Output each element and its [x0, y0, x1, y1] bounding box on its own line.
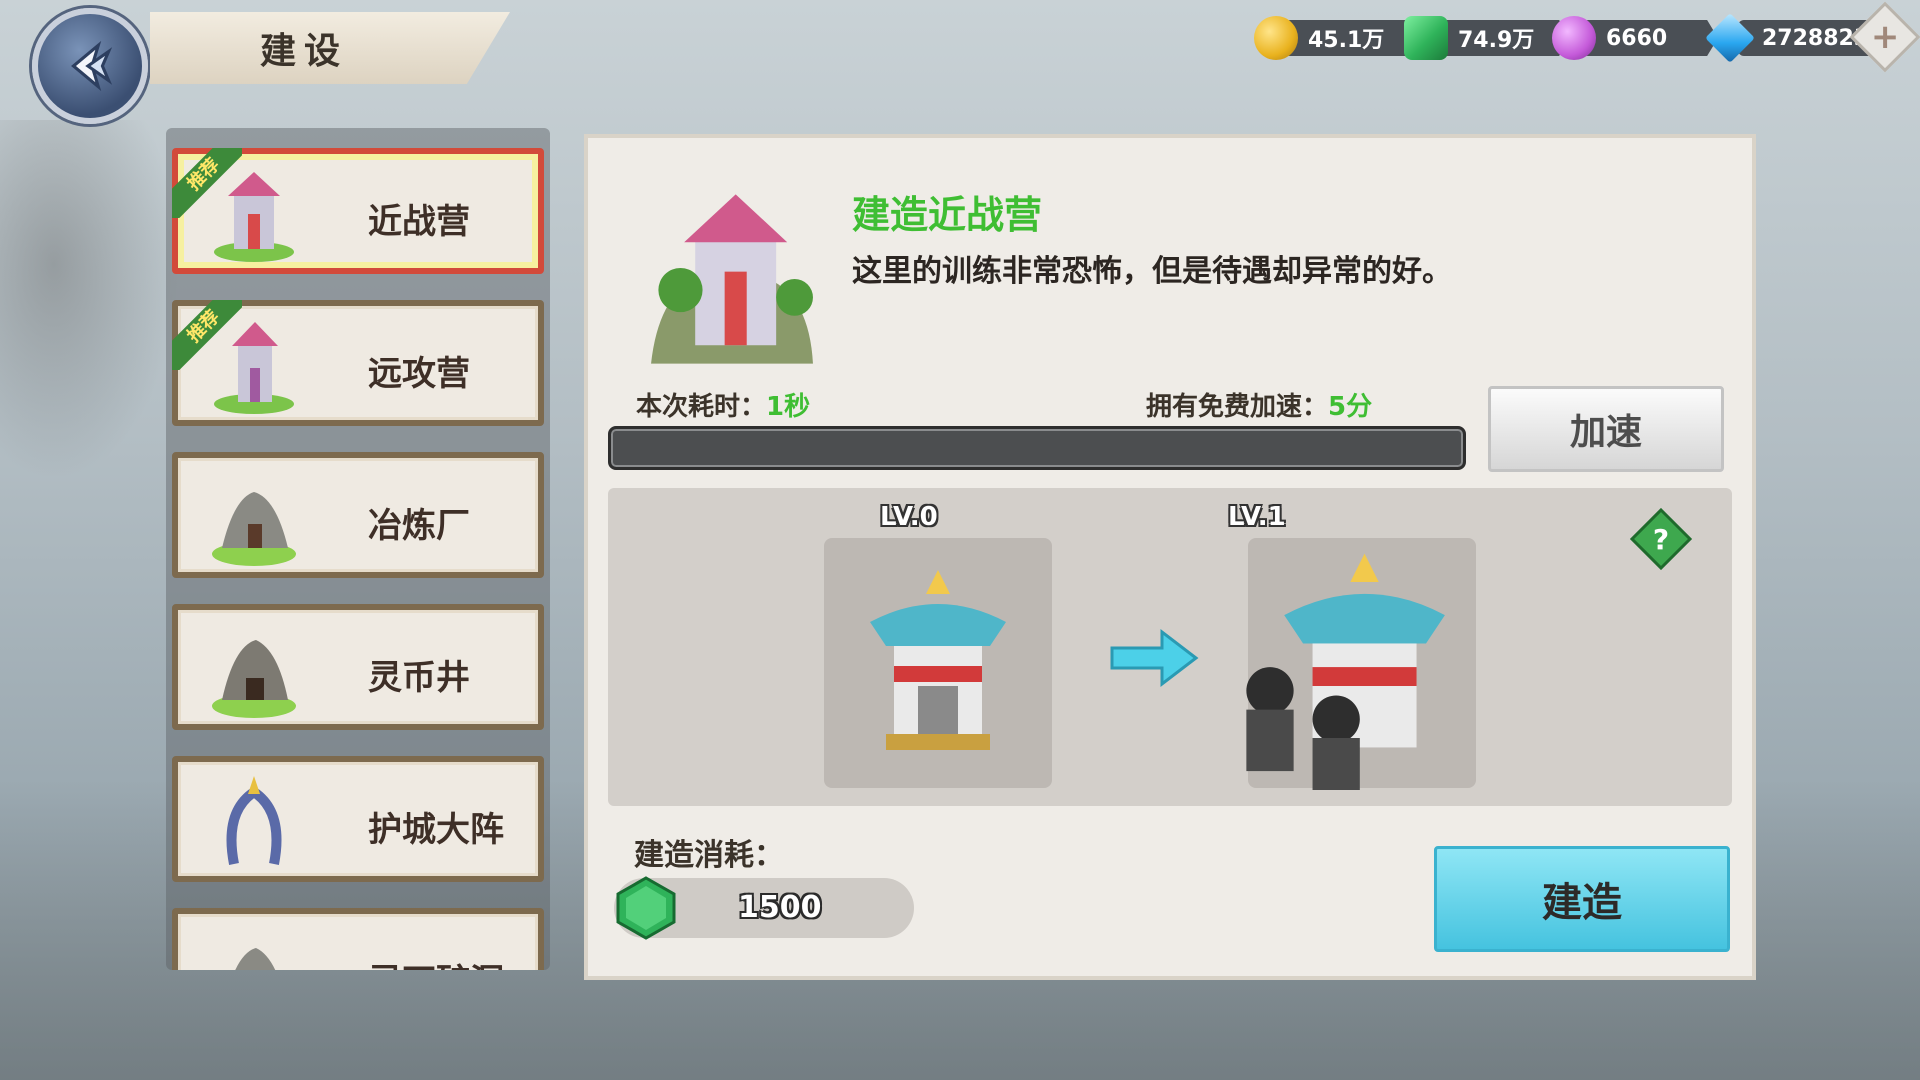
- coin-well-icon: [212, 640, 296, 718]
- spirit-mine-icon: [235, 948, 276, 970]
- next-level-slot: [1246, 538, 1476, 790]
- back-button[interactable]: [32, 8, 148, 124]
- resource-spirit: 6660: [1552, 14, 1718, 62]
- build-time-value: 1秒: [766, 392, 811, 422]
- build-time: 本次耗时：1秒: [636, 386, 810, 423]
- recommended-badge: 推荐: [172, 300, 242, 370]
- free-speedup: 拥有免费加速：5分: [1146, 386, 1372, 423]
- background-tree: [0, 120, 180, 480]
- building-item-label: 远攻营: [368, 354, 470, 394]
- smeltery-icon: [212, 492, 296, 566]
- building-item-smeltery[interactable]: 冶炼厂: [172, 452, 544, 578]
- spirit-orb-icon: [1552, 16, 1596, 60]
- next-level-label: LV.1: [1228, 502, 1286, 532]
- build-cost-value: 1500: [738, 890, 822, 925]
- building-item-ranged-camp[interactable]: 远攻营 推荐: [172, 300, 544, 426]
- free-speedup-label: 拥有免费加速：: [1146, 392, 1329, 422]
- building-title: 建造近战营: [852, 193, 1043, 237]
- building-item-city-array[interactable]: 护城大阵: [172, 756, 544, 882]
- building-item-label: 灵石矿洞: [368, 954, 504, 970]
- building-preview-image: [651, 194, 813, 364]
- upgrade-arrow-icon: [1110, 628, 1199, 688]
- plus-icon: +: [1870, 17, 1900, 57]
- building-item-label: 护城大阵: [368, 810, 504, 850]
- building-item-melee-camp[interactable]: 近战营 推荐: [172, 148, 544, 274]
- building-item-spirit-mine[interactable]: 灵石矿洞: [172, 908, 544, 970]
- speedup-button[interactable]: 加速: [1488, 386, 1724, 472]
- free-speedup-value: 5分: [1328, 392, 1373, 422]
- help-icon: ?: [1653, 523, 1669, 556]
- building-item-label: 冶炼厂: [368, 506, 470, 546]
- current-level-label: LV.0: [880, 502, 938, 532]
- resource-gold: 45.1万: [1254, 14, 1420, 62]
- camp-lv0-image: [870, 570, 1006, 750]
- camp-lv1-image: [1246, 553, 1445, 790]
- build-time-label: 本次耗时：: [636, 392, 767, 422]
- build-progress-bar: [608, 426, 1466, 470]
- build-button[interactable]: 建造: [1434, 846, 1730, 952]
- building-list[interactable]: 近战营 推荐 远攻营 推荐 冶炼厂 灵币井 护城大阵 灵石: [166, 128, 550, 970]
- gold-coin-icon: [1254, 16, 1298, 60]
- level-compare-area: LV.0 LV.1 ?: [608, 488, 1732, 806]
- building-detail-panel: 建造近战营 这里的训练非常恐怖，但是待遇却异常的好。 本次耗时：1秒 拥有免费加…: [584, 134, 1756, 980]
- gold-value: 45.1万: [1284, 20, 1420, 56]
- page-title-banner: 建设: [150, 12, 510, 84]
- spirit-value: 6660: [1582, 20, 1718, 56]
- jade-value: 74.9万: [1434, 20, 1570, 56]
- jade-gem-icon: [1404, 16, 1448, 60]
- building-item-label: 灵币井: [368, 658, 470, 698]
- back-arrow-icon: [71, 40, 113, 92]
- resource-jade: 74.9万: [1404, 14, 1570, 62]
- page-title: 建设: [260, 31, 349, 72]
- building-item-label: 近战营: [368, 202, 470, 242]
- current-level-slot: [824, 538, 1052, 788]
- building-description: 这里的训练非常恐怖，但是待遇却异常的好。: [852, 254, 1452, 289]
- help-button[interactable]: ?: [1630, 508, 1692, 570]
- city-array-icon: [226, 776, 282, 865]
- recommended-badge: 推荐: [172, 148, 242, 218]
- building-item-coin-well[interactable]: 灵币井: [172, 604, 544, 730]
- jade-gem-icon: [616, 876, 676, 940]
- build-cost-label: 建造消耗：: [634, 838, 784, 873]
